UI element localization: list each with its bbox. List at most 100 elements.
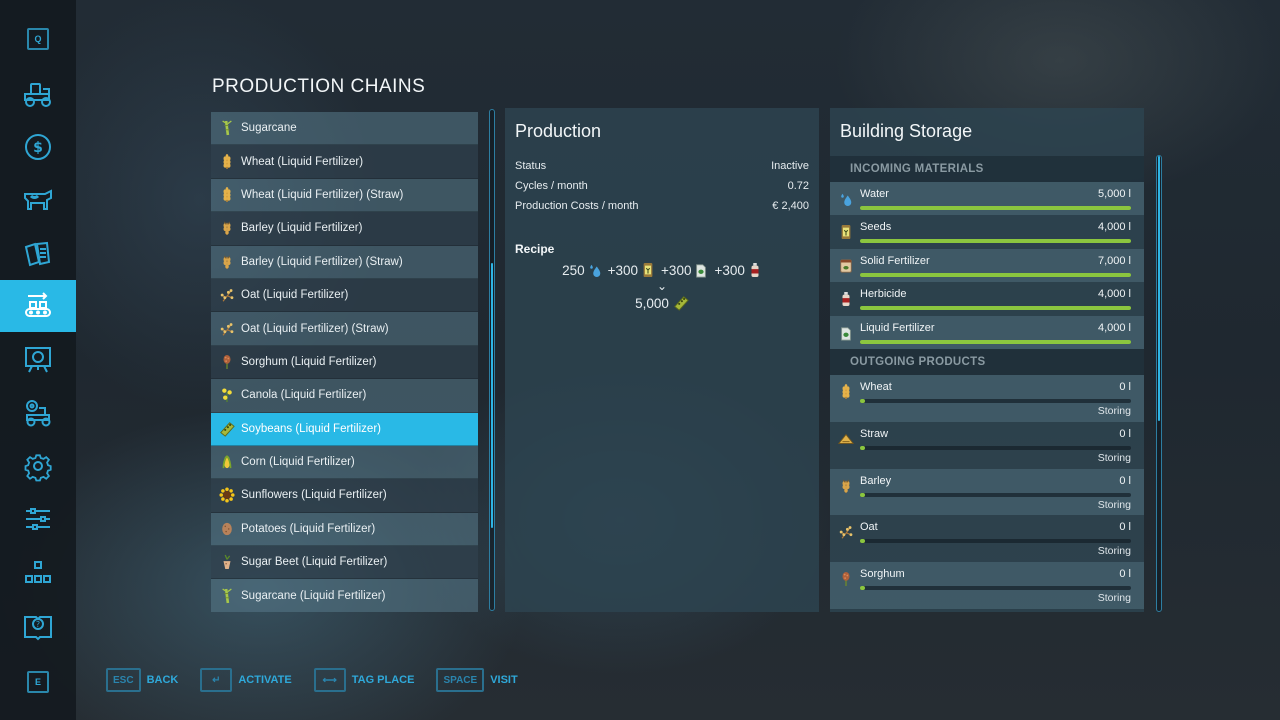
info-label: Status (515, 160, 547, 172)
chain-list-item[interactable]: Sorghum (Liquid Fertilizer) (211, 345, 478, 380)
water-icon (838, 190, 854, 208)
hint-tag-place[interactable]: ⟷ TAG PLACE (313, 668, 414, 692)
storage-mode-toggle[interactable]: Storing (1098, 592, 1131, 604)
potato-icon (219, 520, 235, 538)
next-tab-key[interactable]: E (27, 671, 49, 693)
chain-list-scrollbar[interactable] (489, 109, 495, 611)
storage-fill-bar (860, 339, 1131, 344)
storage-scrollbar[interactable] (1156, 155, 1162, 612)
chain-list-item[interactable]: Sugarcane (211, 112, 478, 146)
chain-list-item[interactable]: Potatoes (Liquid Fertilizer) (211, 512, 478, 547)
hint-label: VISIT (490, 674, 518, 686)
page-title: PRODUCTION CHAINS (212, 76, 426, 97)
svg-text:$: $ (33, 140, 43, 156)
chain-list-item[interactable]: Corn (Liquid Fertilizer) (211, 445, 478, 480)
recipe-arrow-icon: ⌄ (656, 279, 668, 293)
info-value: € 2,400 (772, 200, 809, 212)
chain-list-item-label: Sunflowers (Liquid Fertilizer) (241, 489, 387, 502)
outgoing-products-header: OUTGOING PRODUCTS (830, 348, 1144, 375)
hint-back[interactable]: ESC BACK (106, 668, 178, 692)
storage-fill-bar (860, 539, 1131, 544)
storage-fill-bar (860, 445, 1131, 450)
chain-list-item[interactable]: Canola (Liquid Fertilizer) (211, 379, 478, 413)
chain-list-item[interactable]: Sunflowers (Liquid Fertilizer) (211, 479, 478, 513)
storage-mode-toggle[interactable]: Storing (1098, 405, 1131, 417)
chain-list-item[interactable]: Oat (Liquid Fertilizer) (211, 278, 478, 313)
incoming-material-row: Herbicide 4,000 l (830, 282, 1144, 316)
chain-list-item[interactable]: Soybeans (Liquid Fertilizer) (211, 412, 478, 446)
storage-fill-bar (860, 398, 1131, 403)
storage-item-amount: 7,000 l (1097, 254, 1131, 267)
chain-list-item[interactable]: Sugarcane (Liquid Fertilizer) (211, 579, 478, 612)
sidebar-item-general-settings[interactable] (0, 493, 76, 545)
sidebar-item-settings[interactable] (0, 440, 76, 492)
liquid-fertilizer-icon (838, 324, 854, 342)
sidebar-item-animals[interactable] (0, 174, 76, 226)
keycap: ↵ (200, 668, 233, 692)
incoming-material-row: Liquid Fertilizer 4,000 l (830, 315, 1144, 349)
prev-tab-key[interactable]: Q (27, 28, 49, 50)
building-storage-panel: Building Storage INCOMING MATERIALS Wate… (830, 108, 1144, 612)
storage-scroll-thumb[interactable] (1158, 156, 1160, 421)
keycap: ESC (106, 668, 141, 692)
recipe-input-amount: +300 (714, 262, 745, 278)
tractor-icon (24, 83, 51, 107)
corn-icon (219, 453, 235, 471)
storage-mode-toggle[interactable]: Storing (1098, 545, 1131, 557)
production-info-row: Cycles / month 0.72 (505, 176, 819, 196)
sidebar-item-vehicle-settings[interactable] (0, 387, 76, 439)
chain-list-item[interactable]: Barley (Liquid Fertilizer) (Straw) (211, 245, 478, 279)
storage-item-name: Liquid Fertilizer (860, 321, 935, 334)
chain-list-item[interactable]: Wheat (Liquid Fertilizer) (Straw) (211, 178, 478, 213)
chain-list-item[interactable]: Wheat (Liquid Fertilizer) (211, 145, 478, 179)
storage-item-amount: 4,000 l (1097, 221, 1131, 234)
solid-fertilizer-icon (838, 257, 854, 275)
storage-item-amount: 0 l (1119, 427, 1131, 440)
chain-list-item-label: Sorghum (Liquid Fertilizer) (241, 355, 377, 368)
storage-mode-toggle[interactable]: Storing (1098, 499, 1131, 511)
outgoing-product-row: Wheat 0 l Storing (830, 374, 1144, 422)
oat-icon (838, 523, 854, 541)
chain-list-item[interactable]: Barley (Liquid Fertilizer) (211, 212, 478, 246)
storage-title: Building Storage (840, 121, 973, 141)
storage-mode-toggle[interactable]: Storing (1098, 452, 1131, 464)
storage-item-name: Herbicide (860, 288, 907, 301)
herbicide-icon (838, 290, 854, 308)
barley-icon (838, 477, 854, 495)
chain-list-scroll-thumb[interactable] (491, 262, 493, 528)
storage-item-amount: 0 l (1119, 474, 1131, 487)
sidebar-item-contracts[interactable] (0, 228, 76, 280)
conveyor-icon (25, 292, 51, 317)
sugarcane-icon (219, 587, 235, 605)
wheat-icon (219, 186, 235, 204)
outgoing-product-row: Straw 0 l Storing (830, 421, 1144, 469)
barley-icon (219, 253, 235, 271)
recipe-input-amount: +300 (607, 262, 639, 278)
sorghum-icon (838, 570, 854, 588)
help-book-icon: ? (24, 616, 52, 641)
outgoing-product-row: Sorghum 0 l Storing (830, 562, 1144, 609)
storage-fill-bar (860, 272, 1131, 277)
wheat-icon (219, 153, 235, 171)
storage-fill-bar-level (860, 206, 1131, 210)
sidebar: Q $ ? E (0, 0, 76, 720)
production-title: Production (515, 121, 602, 141)
chain-list-item-label: Sugar Beet (Liquid Fertilizer) (241, 556, 388, 569)
hint-visit[interactable]: SPACE VISIT (436, 668, 518, 692)
herbicide-icon (748, 262, 762, 278)
sorghum-icon (219, 353, 235, 371)
storage-item-amount: 4,000 l (1097, 288, 1131, 301)
storage-item-name: Water (860, 188, 889, 200)
chain-list-item[interactable]: Sugar Beet (Liquid Fertilizer) (211, 546, 478, 580)
production-info-row: Status Inactive (505, 156, 819, 176)
sidebar-item-production[interactable] (0, 280, 76, 332)
sidebar-item-help[interactable]: ? (0, 600, 76, 652)
chain-list-item[interactable]: Oat (Liquid Fertilizer) (Straw) (211, 312, 478, 346)
sidebar-item-statistics[interactable] (0, 334, 76, 386)
sunflower-icon (219, 486, 235, 504)
hint-activate[interactable]: ↵ ACTIVATE (200, 668, 292, 692)
sidebar-item-multiplayer[interactable] (0, 547, 76, 599)
chain-list-item-label: Barley (Liquid Fertilizer) (Straw) (241, 255, 403, 268)
sidebar-item-finances[interactable]: $ (0, 121, 76, 173)
sidebar-item-vehicles[interactable] (0, 68, 76, 120)
